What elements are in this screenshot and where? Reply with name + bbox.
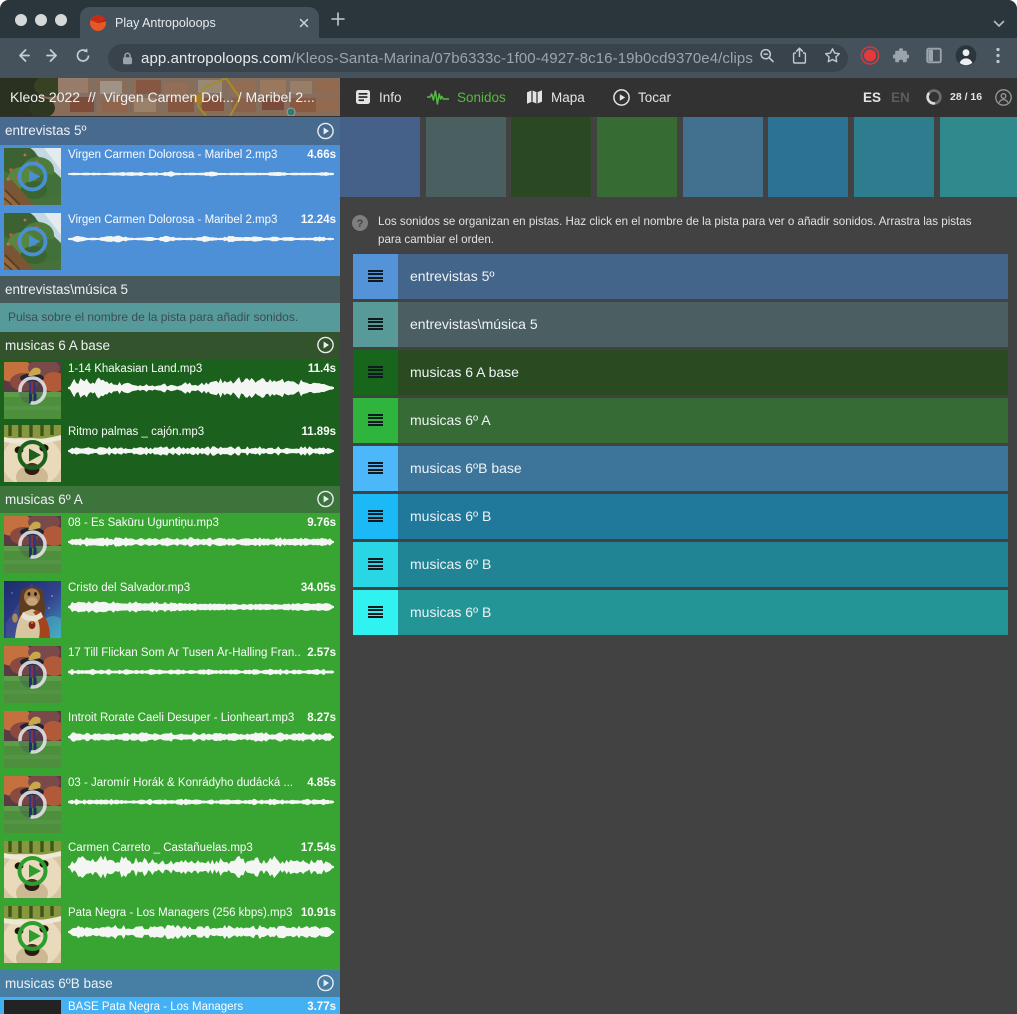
svg-text:?: ? [357, 217, 364, 229]
